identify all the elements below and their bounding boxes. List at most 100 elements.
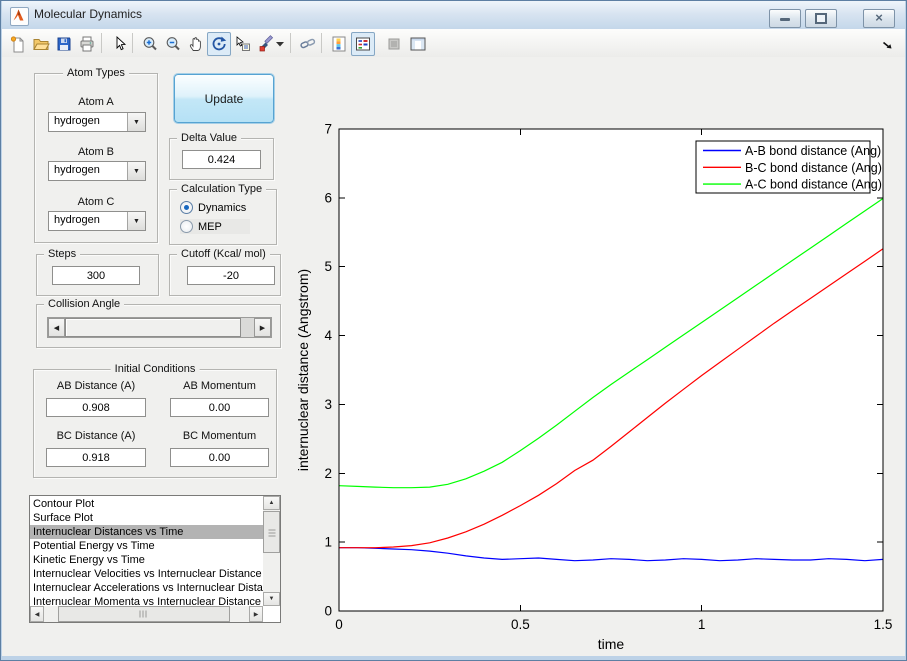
zoom-out-button[interactable] bbox=[161, 32, 185, 56]
legend-entry-label: A-B bond distance (Ang) bbox=[745, 144, 881, 158]
left-arrow-icon: ◀ bbox=[34, 611, 40, 618]
insert-colorbar-button[interactable] bbox=[327, 32, 351, 56]
list-item[interactable]: Contour Plot bbox=[30, 497, 263, 511]
zoom-in-button[interactable] bbox=[138, 32, 162, 56]
slider-right-arrow[interactable]: ▶ bbox=[254, 318, 271, 337]
thumb-grip bbox=[268, 527, 275, 537]
brush-dropdown-button[interactable] bbox=[273, 32, 287, 56]
bc-distance-label: BC Distance (A) bbox=[56, 430, 136, 442]
chevron-down-icon[interactable]: ▼ bbox=[127, 113, 145, 131]
link-plot-icon bbox=[300, 38, 316, 49]
vertical-scrollbar[interactable]: ▲ ▼ bbox=[263, 496, 280, 606]
y-axis-label: internuclear distance (Angstrom) bbox=[295, 269, 311, 471]
atom-types-panel: Atom Types Atom A hydrogen ▼ Atom B hydr… bbox=[34, 67, 158, 243]
minimize-button[interactable] bbox=[769, 9, 801, 28]
x-tick-label: 1 bbox=[698, 617, 706, 632]
scroll-up-button[interactable]: ▲ bbox=[263, 496, 280, 510]
list-item[interactable]: Internuclear Momenta vs Internuclear Dis… bbox=[30, 595, 263, 606]
link-plot-button[interactable] bbox=[296, 32, 320, 56]
radio-selected-icon[interactable] bbox=[180, 201, 193, 214]
minimize-icon bbox=[780, 18, 790, 21]
right-arrow-icon: ▶ bbox=[259, 324, 266, 332]
print-button[interactable] bbox=[75, 32, 99, 56]
atom-b-label: Atom B bbox=[77, 146, 115, 158]
rotate-3d-button[interactable] bbox=[207, 32, 231, 56]
update-button[interactable]: Update bbox=[173, 73, 275, 124]
cutoff-title: Cutoff (Kcal/ mol) bbox=[177, 248, 270, 261]
insert-legend-button[interactable] bbox=[351, 32, 375, 56]
toolbar bbox=[2, 29, 905, 58]
radio-dynamics[interactable]: Dynamics bbox=[180, 200, 246, 215]
vertical-scroll-thumb[interactable] bbox=[263, 511, 280, 553]
radio-mep-label: MEP bbox=[198, 220, 222, 233]
scroll-left-button[interactable]: ◀ bbox=[30, 606, 44, 622]
ab-momentum-label: AB Momentum bbox=[183, 380, 256, 392]
bc-distance-input[interactable] bbox=[46, 448, 146, 467]
y-tick-label: 3 bbox=[324, 397, 332, 412]
list-item[interactable]: Internuclear Accelerations vs Internucle… bbox=[30, 581, 263, 595]
save-button[interactable] bbox=[52, 32, 76, 56]
pan-button[interactable] bbox=[184, 32, 208, 56]
data-cursor-button[interactable] bbox=[231, 32, 255, 56]
down-arrow-icon: ▼ bbox=[268, 596, 275, 602]
listbox-items: Contour Plot Surface Plot Internuclear Dis… bbox=[30, 497, 263, 606]
ab-distance-input[interactable] bbox=[46, 398, 146, 417]
toolbar-overflow-icon[interactable] bbox=[882, 39, 893, 50]
title-bar: Molecular Dynamics × bbox=[2, 1, 905, 30]
restore-icon bbox=[815, 13, 827, 24]
delta-value-panel: Delta Value bbox=[169, 132, 274, 180]
chevron-down-icon[interactable]: ▼ bbox=[127, 162, 145, 180]
show-plot-tools-button[interactable] bbox=[406, 32, 430, 56]
horizontal-scroll-thumb[interactable] bbox=[58, 606, 230, 622]
data-cursor-icon bbox=[236, 36, 250, 51]
y-tick-label: 2 bbox=[324, 466, 332, 481]
plot-background bbox=[339, 129, 883, 611]
collision-angle-panel: Collision Angle ◀ ▶ bbox=[36, 298, 281, 348]
atom-b-value: hydrogen bbox=[54, 164, 100, 176]
scroll-right-button[interactable]: ▶ bbox=[249, 606, 263, 622]
close-button[interactable]: × bbox=[863, 9, 895, 28]
x-tick-label: 1.5 bbox=[874, 617, 893, 632]
plot-type-listbox[interactable]: Contour Plot Surface Plot Internuclear Dis… bbox=[29, 495, 281, 623]
slider-left-arrow[interactable]: ◀ bbox=[48, 318, 65, 337]
toolbar-separator bbox=[290, 33, 291, 53]
atom-a-select[interactable]: hydrogen ▼ bbox=[48, 112, 146, 132]
delta-value-title: Delta Value bbox=[177, 132, 242, 145]
list-item[interactable]: Internuclear Velocities vs Internuclear … bbox=[30, 567, 263, 581]
show-plot-tools-icon bbox=[410, 37, 426, 51]
hide-plot-tools-button[interactable] bbox=[382, 32, 406, 56]
atom-c-select[interactable]: hydrogen ▼ bbox=[48, 211, 146, 231]
radio-mep[interactable]: MEP bbox=[180, 219, 250, 234]
figure-canvas: Atom Types Atom A hydrogen ▼ Atom B hydr… bbox=[2, 57, 905, 656]
list-item[interactable]: Surface Plot bbox=[30, 511, 263, 525]
list-item[interactable]: Kinetic Energy vs Time bbox=[30, 553, 263, 567]
open-file-button[interactable] bbox=[29, 32, 53, 56]
y-tick-label: 6 bbox=[324, 190, 332, 205]
bc-momentum-label: BC Momentum bbox=[182, 430, 257, 442]
delta-value-input[interactable] bbox=[182, 150, 261, 169]
chevron-down-icon[interactable]: ▼ bbox=[127, 212, 145, 230]
radio-unselected-icon[interactable] bbox=[180, 220, 193, 233]
collision-angle-slider[interactable]: ◀ ▶ bbox=[47, 317, 272, 338]
list-item[interactable]: Potential Energy vs Time bbox=[30, 539, 263, 553]
atom-c-value: hydrogen bbox=[54, 214, 100, 226]
zoom-in-icon bbox=[143, 37, 157, 51]
ab-momentum-input[interactable] bbox=[170, 398, 269, 417]
list-item[interactable]: Internuclear Distances vs Time bbox=[30, 525, 263, 539]
slider-thumb[interactable] bbox=[65, 318, 241, 337]
atom-c-label: Atom C bbox=[77, 196, 115, 208]
zoom-out-icon bbox=[166, 37, 180, 51]
atom-b-select[interactable]: hydrogen ▼ bbox=[48, 161, 146, 181]
up-arrow-icon: ▲ bbox=[268, 500, 275, 506]
atom-a-label: Atom A bbox=[78, 96, 114, 108]
scroll-down-button[interactable]: ▼ bbox=[263, 592, 280, 606]
restore-button[interactable] bbox=[805, 9, 837, 28]
pointer-tool-button[interactable] bbox=[107, 32, 131, 56]
horizontal-scrollbar[interactable]: ◀ ▶ bbox=[30, 606, 263, 622]
atom-a-value: hydrogen bbox=[54, 115, 100, 127]
new-file-button[interactable] bbox=[6, 32, 30, 56]
steps-input[interactable] bbox=[52, 266, 140, 285]
bc-momentum-input[interactable] bbox=[170, 448, 269, 467]
print-icon bbox=[80, 36, 94, 52]
cutoff-input[interactable] bbox=[187, 266, 275, 285]
